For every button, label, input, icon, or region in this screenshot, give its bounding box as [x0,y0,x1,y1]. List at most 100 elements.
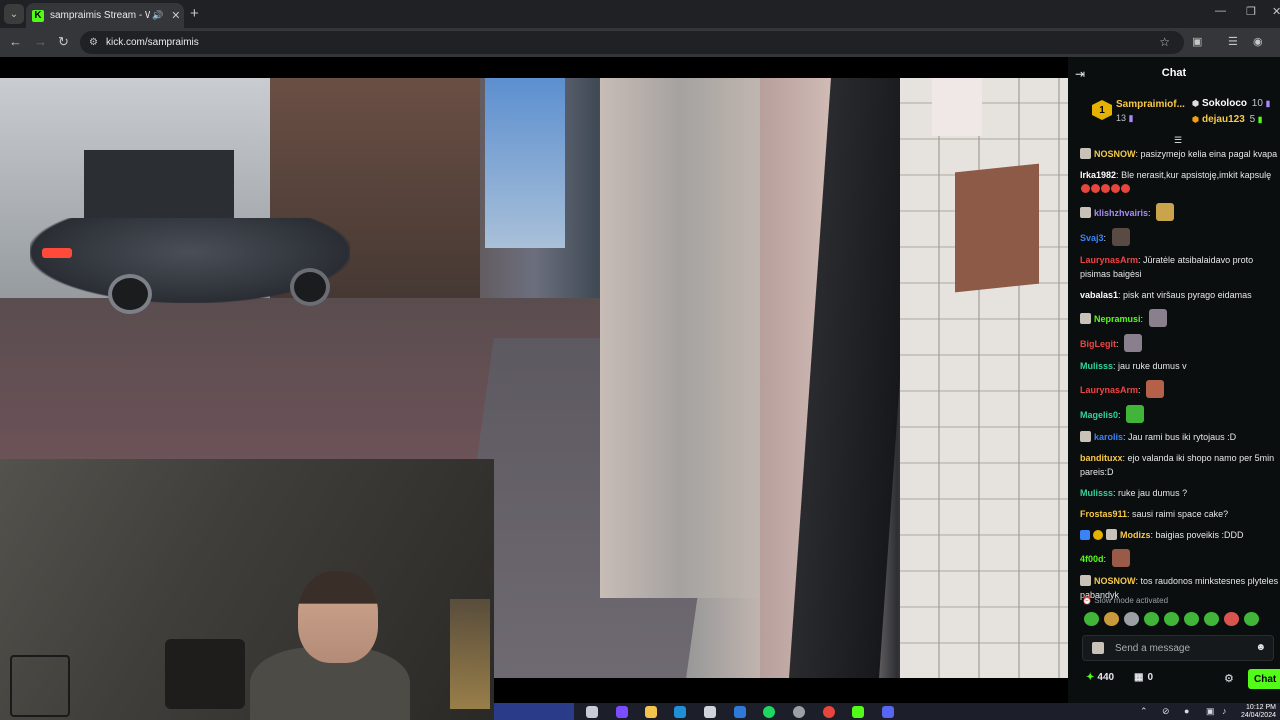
chat-message: bandituxx: ejo valanda iki shopo namo pe… [1080,451,1280,479]
chat-message: LaurynasArm: [1080,380,1280,398]
hexagon-icon: ⬢ [1192,99,1199,108]
tab-search-chevron-icon[interactable]: ⌄ [4,4,24,24]
chat-settings-gear-icon[interactable]: ⚙ [1224,672,1234,685]
emote-icon[interactable] [1144,612,1159,626]
browser-toolbar: ← → ↻ ⚙ kick.com/sampraimis ☆ ▣ ☰ ◉ [0,28,1280,57]
close-window-icon[interactable]: ✕ [1272,5,1280,18]
chat-message: 4f00d: [1080,549,1280,567]
tray-mic-icon[interactable]: ● [1184,706,1189,716]
store-icon[interactable] [704,706,716,718]
emote-icon [1126,405,1145,423]
kick-app-icon[interactable] [852,706,864,718]
extensions-icon[interactable]: ▣ [1192,35,1202,48]
chat-username[interactable]: Irka1982 [1080,170,1116,180]
minimize-icon[interactable]: — [1215,5,1226,17]
chat-message-input[interactable] [1115,640,1255,657]
media-control-icon[interactable]: ☰ [1228,35,1238,48]
reload-icon[interactable]: ↻ [58,34,69,50]
channel-points[interactable]: ✦ 440 [1086,672,1114,683]
chrome-icon[interactable] [823,706,835,718]
chat-messages: NOSNOW: pasizymejo kelia eina pagal kvap… [1080,147,1280,609]
chat-message: Magelis0: [1080,405,1280,423]
webcam-overlay [0,459,494,720]
emote-icon[interactable] [1204,612,1219,626]
chat-header: ⇥ Chat [1068,57,1280,91]
chat-username[interactable]: bandituxx [1080,453,1123,463]
taskbar-search-box[interactable] [494,703,574,720]
chat-username[interactable]: Magelis0 [1080,410,1118,420]
site-info-icon[interactable]: ⚙ [89,37,98,48]
chat-username[interactable]: Svaj3 [1080,233,1104,243]
webcam-shoe-rack [10,655,70,717]
tray-network-icon[interactable]: ⊘ [1162,706,1170,717]
profile-icon[interactable]: ◉ [1253,35,1263,48]
emote-icon [1111,549,1130,567]
os-taskbar: ⌃ ⊘ ● ▣ ♪ 10:12 PM 24/04/2024 [494,703,1280,720]
close-tab-icon[interactable]: ✕ [171,9,180,22]
user-badge-icon [1080,575,1091,586]
chat-message: karolis: Jau rami bus iki rytojaus :D [1080,430,1280,444]
emote-icon [1156,203,1175,221]
tray-volume-icon[interactable]: ♪ [1222,706,1227,716]
obs-icon[interactable] [793,706,805,718]
chat-username[interactable]: Mulisss [1080,488,1113,498]
chat-username[interactable]: LaurynasArm [1080,385,1138,395]
chat-username[interactable]: LaurynasArm [1080,255,1138,265]
emote-icon [1124,334,1143,352]
mail-icon[interactable] [734,706,746,718]
chat-username[interactable]: karolis [1094,432,1123,442]
chat-username[interactable]: Nepramusi [1094,314,1141,324]
audio-playing-icon[interactable]: 🔊 [152,10,163,21]
discord-icon[interactable] [882,706,894,718]
tray-chevron-icon[interactable]: ⌃ [1140,706,1148,717]
taskbar-clock[interactable]: 10:12 PM 24/04/2024 [1241,704,1276,720]
chat-username[interactable]: BigLegit [1080,339,1116,349]
gift-leaderboard[interactable]: 1 Sampraimiof... 13 ▮ ⬢ Sokoloco 10 ▮ ⬢ de… [1068,93,1280,133]
expand-leaderboard-icon[interactable]: ☰ [1174,135,1182,146]
chat-username[interactable]: NOSNOW [1094,576,1136,586]
restore-icon[interactable]: ❐ [1246,5,1256,18]
emoji-picker-icon[interactable]: ☻ [1255,642,1266,653]
bookmark-star-icon[interactable]: ☆ [1159,35,1170,49]
webcam-lamp [450,599,490,709]
chat-username[interactable]: Frostas911 [1080,509,1127,519]
forward-icon[interactable]: → [34,34,47,49]
chat-username[interactable]: Mulisss [1080,361,1113,371]
task-view-icon[interactable] [586,706,598,718]
back-icon[interactable]: ← [9,34,22,49]
url-text[interactable]: kick.com/sampraimis [106,37,199,48]
copilot-icon[interactable] [616,706,628,718]
video-poster [955,163,1039,293]
tray-display-icon[interactable]: ▣ [1206,706,1215,717]
chat-message: Mulisss: jau ruke dumus v [1080,359,1280,373]
edge-icon[interactable] [674,706,686,718]
emote-icon[interactable] [1104,612,1119,626]
emote-icon[interactable] [1224,612,1239,626]
user-badge-icon [1080,431,1091,442]
emote-icon[interactable] [1124,612,1139,626]
tab-title: sampraimis Stream - Watch Live on Kick [50,10,150,21]
chat-username[interactable]: klishzhvairis [1094,208,1148,218]
chat-message: Svaj3: [1080,228,1280,246]
user-badge-icon [1093,530,1103,540]
new-tab-icon[interactable]: + [190,5,199,22]
user-badge-icon [1080,207,1091,218]
emote-icon[interactable] [1084,612,1099,626]
browser-tab[interactable]: K sampraimis Stream - Watch Live on Kick… [26,3,184,28]
emote-icon[interactable] [1184,612,1199,626]
send-chat-button[interactable]: Chat [1248,669,1280,689]
chat-username[interactable]: NOSNOW [1094,149,1136,159]
emote-icon[interactable] [1244,612,1259,626]
file-explorer-icon[interactable] [645,706,657,718]
chat-username[interactable]: vabalas1 [1080,290,1118,300]
spotify-icon[interactable] [763,706,775,718]
chat-username[interactable]: 4f00d [1080,554,1104,564]
emote-icon[interactable] [1164,612,1179,626]
hexagon-icon: ⬢ [1192,115,1199,124]
chat-username[interactable]: Modizs [1120,530,1151,540]
emote-icon [1148,309,1167,327]
drops-counter[interactable]: ▦ 0 [1134,672,1153,683]
video-car-taillight [42,248,72,258]
emote-icon [1111,228,1130,246]
address-bar[interactable]: ⚙ kick.com/sampraimis ☆ [80,31,1184,54]
